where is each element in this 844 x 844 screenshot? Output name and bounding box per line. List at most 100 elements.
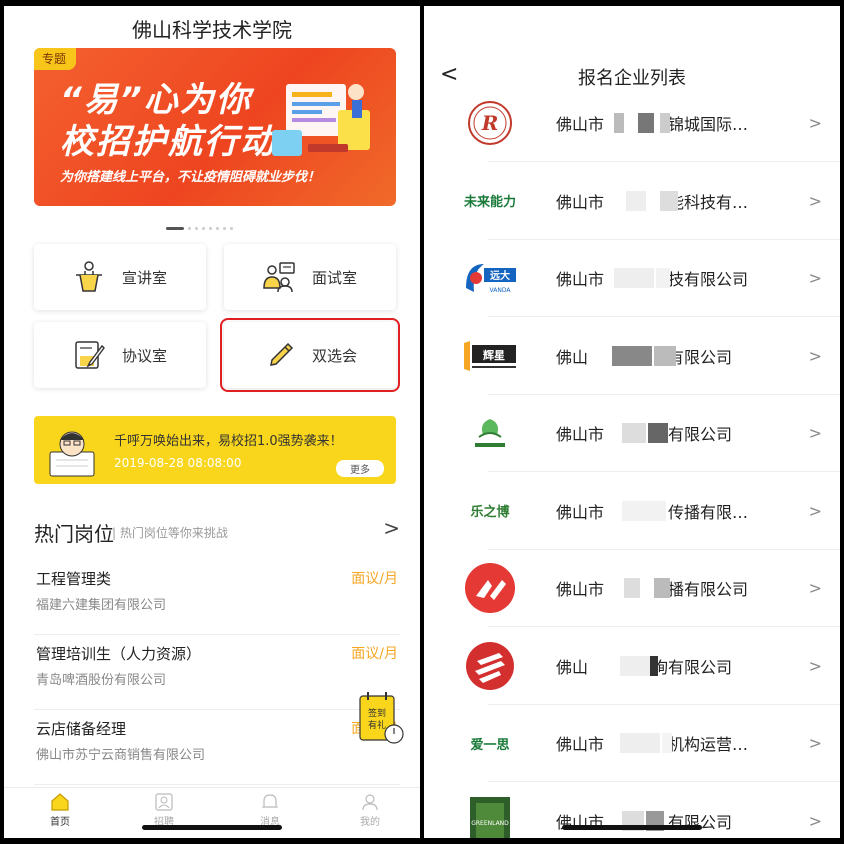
company-row[interactable]: 爱一思 佛山市 机构运营… > — [424, 704, 840, 782]
redaction-block — [620, 733, 660, 753]
job-company: 福建六建集团有限公司 — [36, 598, 167, 613]
chevron-right-icon: > — [808, 811, 822, 830]
room-card-lecture[interactable]: 宣讲室 — [34, 244, 206, 310]
redaction-block — [662, 733, 672, 753]
logo-text: 爱一思 — [470, 737, 510, 753]
banner-illustration-icon — [272, 84, 370, 156]
svg-text:远大: 远大 — [490, 269, 510, 282]
job-title: 管理培训生（人力资源） — [36, 645, 202, 663]
green-leaf-logo-icon — [460, 408, 520, 458]
home-indicator — [562, 825, 702, 830]
lectern-icon — [76, 261, 102, 292]
tab-home[interactable]: 首页 — [30, 792, 90, 828]
chevron-right-icon: > — [808, 733, 822, 753]
tab-label: 首页 — [50, 817, 70, 828]
redaction-block — [656, 268, 670, 288]
redaction-block — [648, 423, 668, 443]
carousel-indicator — [166, 218, 276, 230]
svg-text:R: R — [481, 111, 499, 135]
chevron-right-icon: > — [808, 268, 822, 288]
job-title: 云店储备经理 — [36, 720, 127, 738]
redaction-block — [660, 113, 670, 133]
svg-text:GREENLAND: GREENLAND — [471, 820, 509, 827]
redaction-block — [626, 190, 646, 211]
redaction-block — [622, 500, 666, 521]
room-card-interview[interactable]: 面试室 — [224, 244, 396, 310]
badge-line-2: 有礼 — [368, 719, 386, 731]
user-icon — [362, 794, 378, 811]
banner-headline-2: 校招护航行动 — [60, 122, 276, 162]
chevron-right-icon: > — [808, 578, 822, 598]
tab-recruit[interactable]: 招聘 — [134, 792, 194, 828]
redaction-block — [654, 345, 676, 366]
blue-swoosh-logo-icon: 远大 VANDA — [460, 253, 520, 303]
home-indicator — [142, 825, 282, 830]
chevron-right-icon: > — [808, 191, 822, 210]
job-salary: 面议/月 — [351, 571, 398, 587]
redaction-block — [650, 655, 658, 676]
company-list-screen: < 报名企业列表 R 佛山市 锦城国际… > 未来能力 佛山市 能科技有… > 远大 VAND… — [424, 6, 840, 838]
company-row[interactable]: 佛山市 有限公司 > — [424, 394, 840, 472]
news-title: 千呼万唤始出来，易校招1.0强势袭来！ — [114, 434, 343, 449]
company-row[interactable]: 辉星 佛山 有限公司 > — [424, 317, 840, 395]
tab-bar: 首页 招聘 消息 我的 — [4, 787, 420, 838]
hot-jobs-subtitle: | 热门岗位等你来挑战 — [112, 526, 228, 540]
interview-icon — [263, 262, 295, 293]
chevron-right-icon: > — [808, 656, 822, 675]
chevron-right-icon[interactable]: > — [383, 516, 400, 540]
chevron-right-icon: > — [808, 423, 822, 443]
round-red-r-logo-icon: R — [460, 98, 520, 148]
job-title: 工程管理类 — [36, 570, 112, 588]
chevron-right-icon: > — [808, 113, 822, 133]
room-card-agreement[interactable]: 协议室 — [34, 322, 206, 388]
room-label: 面试室 — [312, 268, 358, 287]
home-icon — [51, 793, 69, 811]
redaction-block — [614, 268, 654, 288]
company-name: 佛山市 能科技有… — [556, 192, 749, 212]
company-row[interactable]: 乐之博 佛山市 传播有限… > — [424, 472, 840, 550]
company-row[interactable]: 远大 VANDA 佛山市 技有限公司 > — [424, 239, 840, 317]
tab-label: 我的 — [360, 817, 380, 828]
redaction-block — [612, 345, 652, 366]
company-row[interactable]: R 佛山市 锦城国际… > — [424, 84, 840, 162]
room-label: 双选会 — [312, 346, 358, 365]
redaction-block — [620, 655, 650, 676]
room-label: 协议室 — [122, 346, 168, 365]
pen-icon — [270, 342, 294, 366]
tab-me[interactable]: 我的 — [340, 792, 400, 828]
redaction-block — [660, 190, 678, 211]
news-banner[interactable]: 千呼万唤始出来，易校招1.0强势袭来！ 2019-08-28 08:08:00 … — [34, 416, 396, 484]
redaction-block — [654, 578, 670, 598]
company-row[interactable]: 佛山市 播有限公司 > — [424, 549, 840, 627]
redaction-block — [624, 578, 640, 598]
redaction-block — [638, 113, 654, 133]
tab-messages[interactable]: 消息 — [240, 792, 300, 828]
job-salary: 面议/月 — [351, 646, 398, 662]
bell-icon — [262, 794, 278, 808]
banner-tag: 专题 — [34, 48, 77, 70]
red-circle-x-logo-icon — [460, 563, 520, 613]
chevron-right-icon: > — [808, 501, 822, 520]
job-item[interactable]: 云店储备经理 面议/月 佛山市苏宁云商销售有限公司 — [34, 710, 400, 785]
chevron-right-icon: > — [808, 346, 822, 365]
job-item[interactable]: 管理培训生（人力资源） 面议/月 青岛啤酒股份有限公司 — [34, 635, 400, 710]
company-row[interactable]: 佛山 询有限公司 > — [424, 627, 840, 705]
promo-banner[interactable]: 专题 “易”心为你 校招护航行动 为你搭建线上平台，不让疫情阻碍就业步伐！ — [34, 48, 396, 206]
job-company: 青岛啤酒股份有限公司 — [36, 673, 167, 688]
school-title: 佛山科学技术学院 — [132, 18, 292, 42]
more-button[interactable]: 更多 — [336, 460, 384, 477]
text-logo-icon: 爱一思 — [460, 718, 520, 768]
room-label: 宣讲室 — [122, 268, 168, 287]
agreement-icon — [75, 341, 105, 369]
room-card-job-fair[interactable]: 双选会 — [220, 318, 400, 392]
job-item[interactable]: 工程管理类 面议/月 福建六建集团有限公司 — [34, 560, 400, 635]
text-logo-icon: 未来能力 — [460, 176, 520, 226]
company-row[interactable]: 未来能力 佛山市 能科技有… > — [424, 162, 840, 240]
badge-line-1: 签到 — [368, 707, 386, 719]
recruit-icon — [155, 793, 173, 811]
sign-in-badge-icon[interactable]: 签到 有礼 — [352, 688, 408, 748]
home-screen: 佛山科学技术学院 专题 “易”心为你 校招护航行动 为你搭建线上平台，不让疫情阻… — [4, 6, 420, 838]
text-logo-icon: 乐之博 — [460, 486, 520, 536]
news-time: 2019-08-28 08:08:00 — [114, 456, 242, 470]
cartoon-face-icon — [49, 431, 95, 477]
